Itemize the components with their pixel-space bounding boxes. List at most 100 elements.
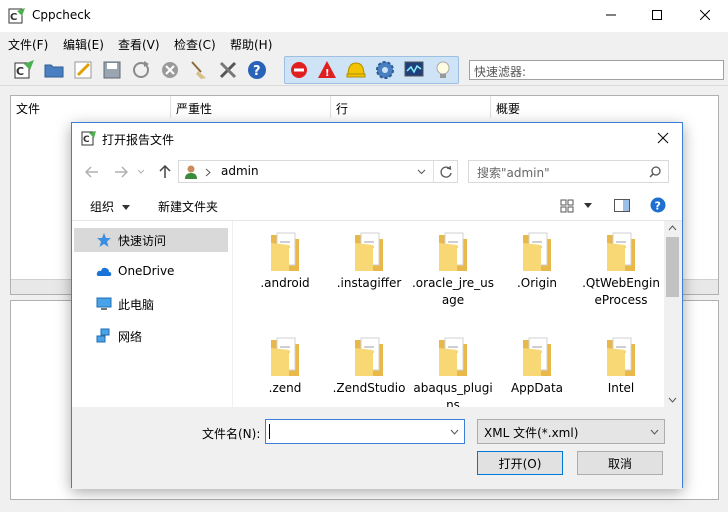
scroll-up-icon[interactable] <box>668 225 677 231</box>
file-item[interactable]: .Origin <box>495 221 579 321</box>
pencil-icon <box>74 61 92 79</box>
menu-edit[interactable]: 编辑(E) <box>63 36 104 53</box>
back-button[interactable] <box>83 163 101 181</box>
arrow-left-icon <box>85 166 98 178</box>
dialog-titlebar: C 打开报告文件 <box>72 123 682 153</box>
nav-item-onedrive[interactable]: OneDrive <box>74 260 228 284</box>
chevron-down-icon[interactable] <box>450 429 459 435</box>
search-placeholder: 搜索"admin" <box>477 166 550 180</box>
folder-icon <box>607 337 635 376</box>
edit-button[interactable] <box>71 58 95 82</box>
file-item[interactable]: .zend <box>243 326 327 407</box>
file-item[interactable]: .oracle_jre_usage <box>411 221 495 321</box>
column-header-line[interactable]: 行 <box>331 96 491 118</box>
folder-icon <box>523 337 551 376</box>
nav-item-label: OneDrive <box>118 264 175 278</box>
maximize-button[interactable] <box>634 0 680 30</box>
help-button[interactable]: ? <box>245 58 269 82</box>
file-item[interactable]: .android <box>243 221 327 321</box>
show-style-button[interactable] <box>344 58 368 82</box>
folder-icon <box>271 337 299 376</box>
network-icon <box>96 328 110 343</box>
open-report-dialog: C 打开报告文件 admin 搜索"admin" 组织 新建文件夹 ? 快速访问… <box>71 122 683 489</box>
caret-down-icon[interactable] <box>584 203 592 208</box>
search-input[interactable]: 搜索"admin" <box>468 160 669 183</box>
save-button[interactable] <box>100 58 124 82</box>
view-options-icon[interactable] <box>560 199 574 213</box>
warning-icon: ! <box>318 61 336 79</box>
error-icon <box>291 62 307 78</box>
check-directory-button[interactable]: C <box>12 58 36 82</box>
clear-button[interactable] <box>187 58 211 82</box>
monitor-icon <box>404 61 424 77</box>
file-name: AppData <box>510 381 564 395</box>
close-icon <box>700 10 710 20</box>
main-titlebar: C Cppcheck <box>0 0 728 32</box>
file-name: Intel <box>607 381 635 395</box>
organize-button[interactable]: 组织 <box>90 198 130 215</box>
dialog-bottom-bar: 文件名(N): XML 文件(*.xml) 打开(O) 取消 <box>72 407 682 489</box>
open-button[interactable]: 打开(O) <box>477 451 563 475</box>
column-header-summary[interactable]: 概要 <box>491 96 718 118</box>
filetype-value: XML 文件(*.xml) <box>484 426 579 440</box>
column-header-severity[interactable]: 严重性 <box>171 96 331 118</box>
help-icon: ? <box>248 61 266 79</box>
open-button[interactable] <box>42 58 66 82</box>
recent-locations-button[interactable] <box>136 163 146 181</box>
file-item[interactable]: .instagiffer <box>327 221 411 321</box>
nav-item-this-pc[interactable]: 此电脑 <box>74 292 228 316</box>
scrollbar-thumb[interactable] <box>666 237 679 297</box>
folder-icon <box>355 232 383 271</box>
help-icon[interactable]: ? <box>650 197 666 213</box>
close-button[interactable] <box>682 0 728 30</box>
minimize-button[interactable] <box>588 0 634 30</box>
navigation-pane: 快速访问 OneDrive 此电脑 网络 <box>72 221 232 407</box>
cppcheck-icon: C <box>14 60 34 79</box>
up-button[interactable] <box>156 163 174 181</box>
scroll-down-icon[interactable] <box>668 397 677 403</box>
menu-file[interactable]: 文件(F) <box>8 36 48 53</box>
nav-item-network[interactable]: 网络 <box>74 324 228 348</box>
file-item[interactable]: AppData <box>495 326 579 407</box>
settings-button[interactable] <box>216 58 240 82</box>
file-item[interactable]: Intel <box>579 326 663 407</box>
dialog-close-button[interactable] <box>644 123 682 153</box>
address-path: admin <box>221 164 259 178</box>
text-cursor <box>269 424 270 439</box>
cppcheck-logo-icon: C <box>81 131 96 146</box>
address-bar[interactable]: admin <box>178 160 458 183</box>
vertical-scrollbar[interactable] <box>664 221 681 407</box>
stop-button[interactable] <box>158 58 182 82</box>
menu-check[interactable]: 检查(C) <box>174 36 216 53</box>
column-header-file[interactable]: 文件 <box>11 96 171 118</box>
lightbulb-icon <box>436 61 450 78</box>
show-warnings-button[interactable]: ! <box>315 58 339 82</box>
reload-button[interactable] <box>129 58 153 82</box>
quick-filter-input[interactable]: 快速滤器: <box>469 60 724 80</box>
show-information-button[interactable] <box>431 58 455 82</box>
refresh-icon[interactable] <box>439 165 453 179</box>
cloud-icon <box>96 267 112 276</box>
file-item[interactable]: abaqus_plugins <box>411 326 495 407</box>
star-icon <box>97 233 111 247</box>
filename-input[interactable] <box>265 419 465 444</box>
show-portability-button[interactable] <box>402 58 426 82</box>
arrow-up-icon <box>159 165 171 178</box>
filetype-select[interactable]: XML 文件(*.xml) <box>477 419 665 444</box>
menu-help[interactable]: 帮助(H) <box>230 36 272 53</box>
cancel-button[interactable]: 取消 <box>577 451 663 475</box>
show-errors-button[interactable] <box>287 58 311 82</box>
stop-icon <box>162 62 178 78</box>
folder-icon <box>439 337 467 376</box>
forward-button[interactable] <box>112 163 130 181</box>
folder-icon <box>271 232 299 271</box>
preview-pane-icon[interactable] <box>614 199 630 212</box>
show-performance-button[interactable] <box>373 58 397 82</box>
computer-icon <box>96 297 112 310</box>
menu-view[interactable]: 查看(V) <box>118 36 160 53</box>
nav-item-quick-access[interactable]: 快速访问 <box>74 228 228 252</box>
cppcheck-logo-icon: C <box>8 8 25 24</box>
new-folder-button[interactable]: 新建文件夹 <box>158 198 218 215</box>
file-item[interactable]: .QtWebEngineProcess <box>579 221 663 321</box>
file-item[interactable]: .ZendStudio <box>327 326 411 407</box>
